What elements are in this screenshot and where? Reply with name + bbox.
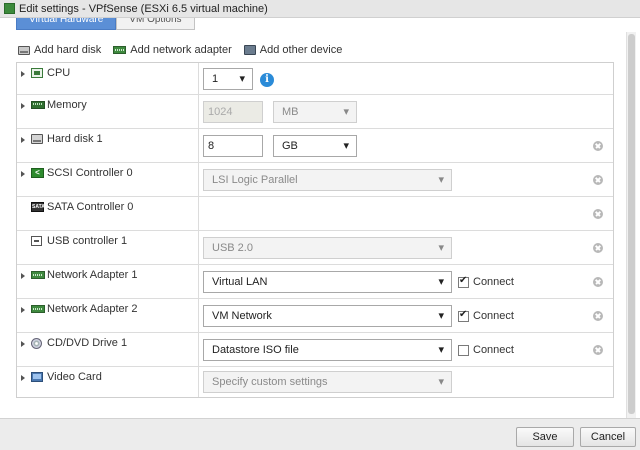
- tab-vm-options[interactable]: VM Options: [116, 18, 195, 30]
- add-other-device-label: Add other device: [259, 44, 343, 56]
- tab-virtual-hardware[interactable]: Virtual Hardware: [16, 18, 117, 30]
- network-adapter-icon: [113, 46, 127, 54]
- info-icon[interactable]: i: [260, 73, 274, 87]
- hard-disk-icon: [31, 134, 43, 144]
- scrollbar-thumb[interactable]: [628, 34, 635, 414]
- checkbox-checked-icon: [458, 309, 469, 322]
- connect-label: Connect: [473, 276, 514, 288]
- device-row-network-adapter-2: Network Adapter 2 VM Network Connect: [17, 299, 613, 333]
- cd-dvd-connect-checkbox[interactable]: Connect: [458, 344, 514, 356]
- vertical-scrollbar[interactable]: [626, 32, 636, 418]
- add-hard-disk-button[interactable]: Add hard disk: [18, 44, 101, 56]
- device-row-hard-disk-1: Hard disk 1 8 GB: [17, 129, 613, 163]
- add-other-device-button[interactable]: Add other device: [243, 44, 343, 56]
- expand-arrow-icon[interactable]: [21, 171, 25, 177]
- connect-label: Connect: [473, 310, 514, 322]
- network-adapter-1-connect-checkbox[interactable]: Connect: [458, 275, 514, 288]
- device-icon: [243, 45, 256, 55]
- network-adapter-icon: [31, 271, 45, 279]
- device-label-hard-disk-1: Hard disk 1: [47, 133, 103, 145]
- remove-device-icon[interactable]: [593, 209, 603, 219]
- cd-dvd-media-select[interactable]: Datastore ISO file: [203, 339, 452, 361]
- device-label-scsi-controller-0: SCSI Controller 0: [47, 167, 133, 179]
- hard-disk-unit-select[interactable]: GB: [273, 135, 357, 157]
- cancel-button[interactable]: Cancel: [580, 427, 636, 447]
- remove-device-icon[interactable]: [593, 277, 603, 287]
- add-hard-disk-label: Add hard disk: [34, 44, 102, 56]
- network-adapter-2-network-select[interactable]: VM Network: [203, 305, 452, 327]
- title-bar: Edit settings - VPfSense (ESXi 6.5 virtu…: [0, 0, 640, 18]
- remove-device-icon[interactable]: [593, 175, 603, 185]
- memory-icon: [31, 101, 45, 109]
- remove-device-icon[interactable]: [593, 243, 603, 253]
- hard-disk-size-input[interactable]: 8: [203, 135, 263, 157]
- device-label-video-card: Video Card: [47, 371, 102, 383]
- sata-controller-icon: SATA: [31, 202, 45, 212]
- expand-arrow-icon[interactable]: [21, 273, 25, 279]
- device-label-sata-controller-0: SATA Controller 0: [47, 201, 134, 213]
- video-card-icon: [31, 372, 43, 382]
- device-row-cpu: CPU 1 i: [17, 63, 613, 95]
- checkbox-checked-icon: [458, 275, 469, 288]
- remove-device-icon[interactable]: [593, 345, 603, 355]
- device-row-usb-controller-1: USB controller 1 USB 2.0: [17, 231, 613, 265]
- remove-device-icon[interactable]: [593, 141, 603, 151]
- network-adapter-1-network-select[interactable]: Virtual LAN: [203, 271, 452, 293]
- save-button[interactable]: Save: [516, 427, 574, 447]
- device-label-network-adapter-1: Network Adapter 1: [47, 269, 138, 281]
- tab-bar: Virtual Hardware VM Options: [16, 18, 195, 30]
- expand-arrow-icon[interactable]: [21, 71, 25, 77]
- cd-dvd-icon: [31, 338, 42, 349]
- scsi-controller-icon: <: [31, 168, 44, 178]
- device-row-video-card: Video Card Specify custom settings: [17, 367, 613, 397]
- add-network-adapter-button[interactable]: Add network adapter: [113, 44, 232, 56]
- network-adapter-2-connect-checkbox[interactable]: Connect: [458, 309, 514, 322]
- video-card-settings-select: Specify custom settings: [203, 371, 452, 393]
- device-row-network-adapter-1: Network Adapter 1 Virtual LAN Connect: [17, 265, 613, 299]
- scsi-controller-type-select: LSI Logic Parallel: [203, 169, 452, 191]
- expand-arrow-icon[interactable]: [21, 375, 25, 381]
- usb-controller-type-select: USB 2.0: [203, 237, 452, 259]
- memory-unit-select: MB: [273, 101, 357, 123]
- cpu-icon: [31, 68, 43, 78]
- toolbar: Add hard disk Add network adapter Add ot…: [18, 42, 342, 58]
- add-network-adapter-label: Add network adapter: [130, 44, 232, 56]
- virtual-hardware-grid: CPU 1 i Memory 1024 MB Hard disk 1 8 GB …: [16, 62, 614, 398]
- expand-arrow-icon[interactable]: [21, 341, 25, 347]
- cpu-count-select[interactable]: 1: [203, 68, 253, 90]
- device-row-scsi-controller-0: < SCSI Controller 0 LSI Logic Parallel: [17, 163, 613, 197]
- expand-arrow-icon[interactable]: [21, 137, 25, 143]
- usb-controller-icon: [31, 236, 42, 246]
- device-row-sata-controller-0: SATA SATA Controller 0: [17, 197, 613, 231]
- device-label-usb-controller-1: USB controller 1: [47, 235, 128, 247]
- window-title: Edit settings - VPfSense (ESXi 6.5 virtu…: [19, 2, 268, 15]
- checkbox-unchecked-icon: [458, 344, 469, 356]
- device-label-cpu: CPU: [47, 67, 71, 79]
- memory-size-input: 1024: [203, 101, 263, 123]
- hard-disk-icon: [18, 45, 30, 55]
- expand-arrow-icon[interactable]: [21, 103, 25, 109]
- device-row-memory: Memory 1024 MB: [17, 95, 613, 129]
- device-label-memory: Memory: [47, 99, 87, 111]
- device-row-cd-dvd-drive-1: CD/DVD Drive 1 Datastore ISO file Connec…: [17, 333, 613, 367]
- device-label-network-adapter-2: Network Adapter 2: [47, 303, 138, 315]
- device-label-cd-dvd-drive-1: CD/DVD Drive 1: [47, 337, 128, 349]
- expand-arrow-icon[interactable]: [21, 307, 25, 313]
- connect-label: Connect: [473, 344, 514, 356]
- network-adapter-icon: [31, 305, 45, 313]
- dialog-footer: Save Cancel: [0, 418, 640, 450]
- vm-window-icon: [4, 3, 15, 14]
- remove-device-icon[interactable]: [593, 311, 603, 321]
